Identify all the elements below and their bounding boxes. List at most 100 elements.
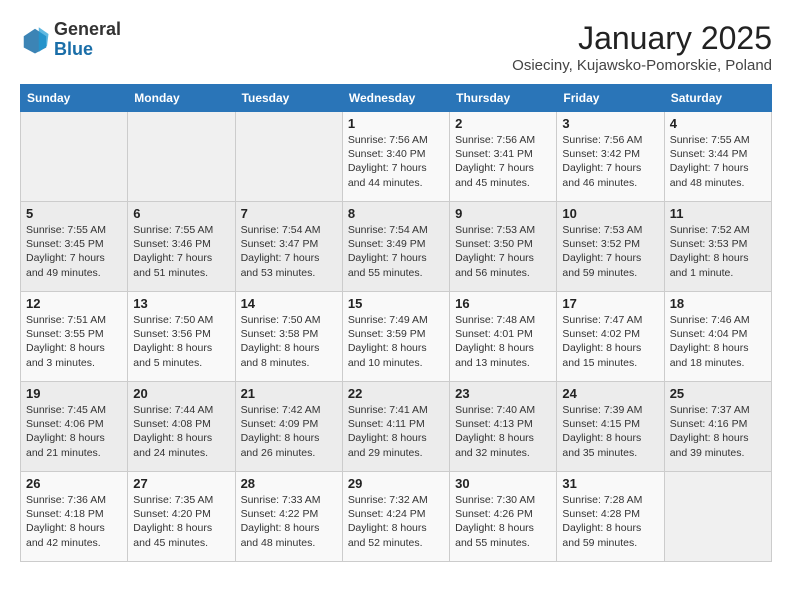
day-number: 27: [133, 476, 229, 491]
weekday-header-thursday: Thursday: [450, 85, 557, 112]
calendar-cell: 12Sunrise: 7:51 AM Sunset: 3:55 PM Dayli…: [21, 292, 128, 382]
day-number: 30: [455, 476, 551, 491]
calendar-week-2: 5Sunrise: 7:55 AM Sunset: 3:45 PM Daylig…: [21, 202, 772, 292]
calendar-week-1: 1Sunrise: 7:56 AM Sunset: 3:40 PM Daylig…: [21, 112, 772, 202]
day-info: Sunrise: 7:39 AM Sunset: 4:15 PM Dayligh…: [562, 403, 658, 460]
day-number: 13: [133, 296, 229, 311]
day-info: Sunrise: 7:30 AM Sunset: 4:26 PM Dayligh…: [455, 493, 551, 550]
calendar-cell: 11 Sunrise: 7:52 AM Sunset: 3:53 PM Dayli…: [664, 202, 771, 292]
day-info: Sunrise: 7:55 AM Sunset: 3:46 PM Dayligh…: [133, 223, 229, 280]
day-number: 11: [670, 206, 766, 221]
day-info: Sunrise: 7:55 AM Sunset: 3:44 PM Dayligh…: [670, 133, 766, 190]
day-number: 17: [562, 296, 658, 311]
day-info: Sunrise: 7:40 AM Sunset: 4:13 PM Dayligh…: [455, 403, 551, 460]
weekday-row: SundayMondayTuesdayWednesdayThursdayFrid…: [21, 85, 772, 112]
calendar-cell: 25 Sunrise: 7:37 AM Sunset: 4:16 PM Dayli…: [664, 382, 771, 472]
logo-icon: [20, 25, 50, 55]
calendar-cell: 1Sunrise: 7:56 AM Sunset: 3:40 PM Daylig…: [342, 112, 449, 202]
logo: General Blue: [20, 20, 121, 60]
page-header: General Blue January 2025 Osieciny, Kuja…: [20, 20, 772, 74]
day-info: Sunrise: 7:56 AM Sunset: 3:41 PM Dayligh…: [455, 133, 551, 190]
day-number: 10: [562, 206, 658, 221]
day-info: Sunrise: 7:53 AM Sunset: 3:52 PM Dayligh…: [562, 223, 658, 280]
calendar-cell: 8Sunrise: 7:54 AM Sunset: 3:49 PM Daylig…: [342, 202, 449, 292]
day-info: Sunrise: 7:32 AM Sunset: 4:24 PM Dayligh…: [348, 493, 444, 550]
calendar-cell: 10 Sunrise: 7:53 AM Sunset: 3:52 PM Dayli…: [557, 202, 664, 292]
day-number: 31: [562, 476, 658, 491]
day-info: Sunrise: 7:48 AM Sunset: 4:01 PM Dayligh…: [455, 313, 551, 370]
calendar-cell: 4 Sunrise: 7:55 AM Sunset: 3:44 PM Daylig…: [664, 112, 771, 202]
weekday-header-monday: Monday: [128, 85, 235, 112]
calendar-cell: 17Sunrise: 7:47 AM Sunset: 4:02 PM Dayli…: [557, 292, 664, 382]
weekday-header-wednesday: Wednesday: [342, 85, 449, 112]
calendar-cell: 29 Sunrise: 7:32 AM Sunset: 4:24 PM Dayli…: [342, 472, 449, 562]
calendar-week-5: 26 Sunrise: 7:36 AM Sunset: 4:18 PM Dayli…: [21, 472, 772, 562]
calendar-cell: 3 Sunrise: 7:56 AM Sunset: 3:42 PM Daylig…: [557, 112, 664, 202]
calendar-cell: 9 Sunrise: 7:53 AM Sunset: 3:50 PM Daylig…: [450, 202, 557, 292]
calendar-cell: 7 Sunrise: 7:54 AM Sunset: 3:47 PM Daylig…: [235, 202, 342, 292]
day-info: Sunrise: 7:53 AM Sunset: 3:50 PM Dayligh…: [455, 223, 551, 280]
day-number: 2: [455, 116, 551, 131]
day-number: 25: [670, 386, 766, 401]
day-info: Sunrise: 7:56 AM Sunset: 3:42 PM Dayligh…: [562, 133, 658, 190]
day-info: Sunrise: 7:50 AM Sunset: 3:56 PM Dayligh…: [133, 313, 229, 370]
day-number: 4: [670, 116, 766, 131]
day-number: 5: [26, 206, 122, 221]
calendar-cell: 20 Sunrise: 7:44 AM Sunset: 4:08 PM Dayli…: [128, 382, 235, 472]
calendar-cell: 22Sunrise: 7:41 AM Sunset: 4:11 PM Dayli…: [342, 382, 449, 472]
calendar-cell: 2 Sunrise: 7:56 AM Sunset: 3:41 PM Daylig…: [450, 112, 557, 202]
calendar-cell: [235, 112, 342, 202]
calendar-cell: 27 Sunrise: 7:35 AM Sunset: 4:20 PM Dayli…: [128, 472, 235, 562]
calendar-cell: 13 Sunrise: 7:50 AM Sunset: 3:56 PM Dayli…: [128, 292, 235, 382]
calendar-cell: [664, 472, 771, 562]
calendar-body: 1Sunrise: 7:56 AM Sunset: 3:40 PM Daylig…: [21, 112, 772, 562]
title-block: January 2025 Osieciny, Kujawsko-Pomorski…: [512, 20, 772, 74]
day-number: 16: [455, 296, 551, 311]
day-info: Sunrise: 7:51 AM Sunset: 3:55 PM Dayligh…: [26, 313, 122, 370]
day-info: Sunrise: 7:41 AM Sunset: 4:11 PM Dayligh…: [348, 403, 444, 460]
calendar-cell: 16 Sunrise: 7:48 AM Sunset: 4:01 PM Dayli…: [450, 292, 557, 382]
day-number: 3: [562, 116, 658, 131]
day-info: Sunrise: 7:54 AM Sunset: 3:47 PM Dayligh…: [241, 223, 337, 280]
day-info: Sunrise: 7:35 AM Sunset: 4:20 PM Dayligh…: [133, 493, 229, 550]
calendar-cell: 19 Sunrise: 7:45 AM Sunset: 4:06 PM Dayli…: [21, 382, 128, 472]
calendar-cell: 6Sunrise: 7:55 AM Sunset: 3:46 PM Daylig…: [128, 202, 235, 292]
calendar-cell: [128, 112, 235, 202]
day-number: 23: [455, 386, 551, 401]
day-number: 29: [348, 476, 444, 491]
weekday-header-tuesday: Tuesday: [235, 85, 342, 112]
calendar-week-3: 12Sunrise: 7:51 AM Sunset: 3:55 PM Dayli…: [21, 292, 772, 382]
calendar-cell: 23 Sunrise: 7:40 AM Sunset: 4:13 PM Dayli…: [450, 382, 557, 472]
day-number: 20: [133, 386, 229, 401]
day-number: 9: [455, 206, 551, 221]
calendar-cell: 18Sunrise: 7:46 AM Sunset: 4:04 PM Dayli…: [664, 292, 771, 382]
weekday-header-friday: Friday: [557, 85, 664, 112]
day-info: Sunrise: 7:50 AM Sunset: 3:58 PM Dayligh…: [241, 313, 337, 370]
day-info: Sunrise: 7:28 AM Sunset: 4:28 PM Dayligh…: [562, 493, 658, 550]
day-number: 28: [241, 476, 337, 491]
day-number: 26: [26, 476, 122, 491]
day-info: Sunrise: 7:33 AM Sunset: 4:22 PM Dayligh…: [241, 493, 337, 550]
day-info: Sunrise: 7:37 AM Sunset: 4:16 PM Dayligh…: [670, 403, 766, 460]
calendar-cell: 24Sunrise: 7:39 AM Sunset: 4:15 PM Dayli…: [557, 382, 664, 472]
logo-blue: Blue: [54, 39, 93, 59]
calendar-cell: 26 Sunrise: 7:36 AM Sunset: 4:18 PM Dayli…: [21, 472, 128, 562]
calendar-cell: 31 Sunrise: 7:28 AM Sunset: 4:28 PM Dayli…: [557, 472, 664, 562]
calendar-cell: 30 Sunrise: 7:30 AM Sunset: 4:26 PM Dayli…: [450, 472, 557, 562]
day-number: 18: [670, 296, 766, 311]
day-number: 7: [241, 206, 337, 221]
day-info: Sunrise: 7:56 AM Sunset: 3:40 PM Dayligh…: [348, 133, 444, 190]
day-info: Sunrise: 7:44 AM Sunset: 4:08 PM Dayligh…: [133, 403, 229, 460]
day-number: 19: [26, 386, 122, 401]
weekday-header-sunday: Sunday: [21, 85, 128, 112]
day-info: Sunrise: 7:45 AM Sunset: 4:06 PM Dayligh…: [26, 403, 122, 460]
day-info: Sunrise: 7:52 AM Sunset: 3:53 PM Dayligh…: [670, 223, 766, 280]
calendar-cell: 14Sunrise: 7:50 AM Sunset: 3:58 PM Dayli…: [235, 292, 342, 382]
calendar-cell: 28 Sunrise: 7:33 AM Sunset: 4:22 PM Dayli…: [235, 472, 342, 562]
day-number: 15: [348, 296, 444, 311]
calendar-week-4: 19 Sunrise: 7:45 AM Sunset: 4:06 PM Dayli…: [21, 382, 772, 472]
calendar-cell: 21Sunrise: 7:42 AM Sunset: 4:09 PM Dayli…: [235, 382, 342, 472]
weekday-header-saturday: Saturday: [664, 85, 771, 112]
location-subtitle: Osieciny, Kujawsko-Pomorskie, Poland: [512, 57, 772, 74]
day-info: Sunrise: 7:36 AM Sunset: 4:18 PM Dayligh…: [26, 493, 122, 550]
